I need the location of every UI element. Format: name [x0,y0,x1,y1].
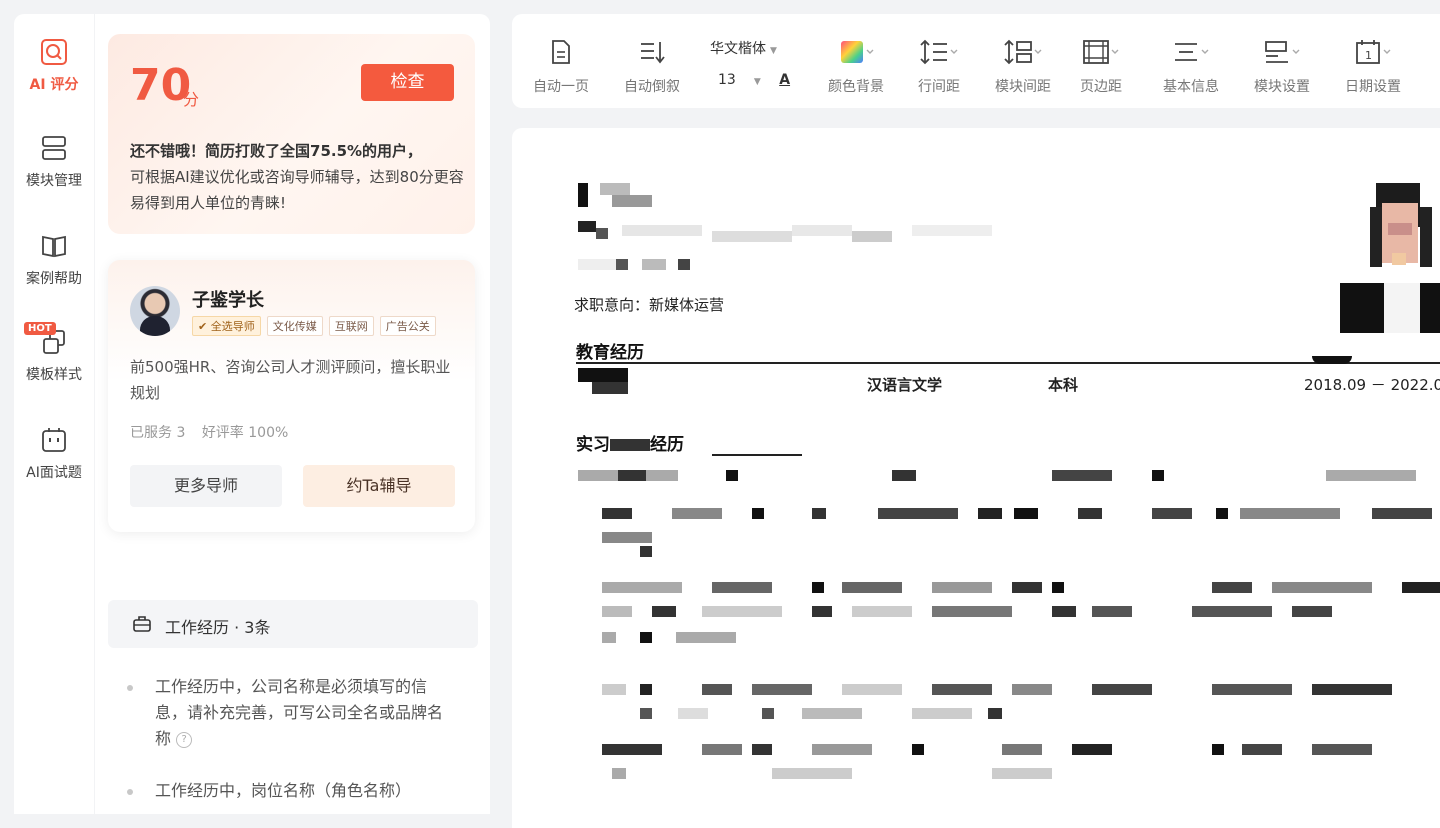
rail-item-ai-interview[interactable]: AI面试题 [14,426,94,482]
basic-info-icon [1175,43,1209,61]
tool-label: 颜色背景 [828,79,884,95]
side-panel: 70 分 检查 还不错哦！简历打败了全国75.5%的用户， 可根据AI建议优化或… [95,14,490,814]
tool-basic-info[interactable]: 基本信息 [1156,38,1226,96]
work-tip: 工作经历中，岗位名称（角色名称） [127,778,455,804]
rail-item-module-manage[interactable]: 模块管理 [14,134,94,190]
tool-color-background[interactable]: 颜色背景 [821,38,891,96]
section-divider [576,362,1440,364]
education-degree: 本科 [1048,376,1079,394]
check-button[interactable]: 检查 [361,64,454,101]
ai-score-icon [41,39,67,65]
rail-label-case-help: 案例帮助 [26,271,82,287]
font-family-select[interactable]: 华文楷体 ▼ [710,38,800,58]
mentor-rating: 好评率 100% [201,425,289,441]
mentor-avatar [130,286,180,336]
education-dates: 2018.09 － 2022.0 [1304,376,1440,394]
education-major: 汉语言文学 [867,376,943,394]
font-color-button[interactable]: A [779,72,790,88]
more-mentors-button[interactable]: 更多导师 [130,465,282,507]
add-icon [1420,38,1440,66]
svg-text:1: 1 [1365,49,1372,62]
rail-label-ai-score: AI 评分 [29,77,79,93]
education-title: 教育经历 [576,343,644,363]
score-summary-bold: 还不错哦！简历打败了全国75.5%的用户， [130,142,423,160]
score-summary: 还不错哦！简历打败了全国75.5%的用户， 可根据AI建议优化或咨询导师辅导，达… [130,138,465,216]
margin-icon [1083,40,1119,64]
module-manage-icon [42,136,66,160]
work-tip-text: 工作经历中，公司名称是必须填写的信息，请补充完善，可写公司全名或品牌名称 [155,677,444,748]
mentor-stats: 已服务 3 好评率 100% [130,422,300,442]
module-spacing-icon [1004,39,1042,65]
font-size-value: 13 [718,72,736,88]
sort-icon [641,42,665,64]
tool-label: 模块间距 [995,79,1051,95]
module-settings-icon [1265,41,1300,63]
tool-label: 页边距 [1080,79,1122,95]
help-icon[interactable]: ? [176,731,193,748]
mentor-name: 子鉴学长 [192,290,264,311]
section-divider [712,454,802,456]
internship-title: 实习 经历 [576,430,684,455]
internship-title-part: 经历 [650,435,684,455]
score-unit: 分 [183,90,200,109]
work-experience-title: 工作经历 · 3条 [165,618,271,637]
left-rail: AI 评分 模块管理 案例帮助 HOT 模板样式 AI面试题 [14,14,94,814]
mentor-description: 前500强HR、咨询公司人才测评顾问，擅长职业规划 [130,358,451,402]
rail-label-module-manage: 模块管理 [26,173,82,189]
font-size-select[interactable]: 13 ▼ A [718,72,790,88]
chevron-down-icon: ▼ [753,77,761,87]
tool-date-settings[interactable]: 1 日期设置 [1338,38,1408,96]
book-icon [42,235,66,258]
mentor-tags: ✔ 全选导师 文化传媒 互联网 广告公关 [192,316,436,336]
chevron-down-icon: ▼ [770,46,777,56]
rail-label-template: 模板样式 [26,367,82,383]
tool-auto-reverse[interactable]: 自动倒叙 [617,38,687,96]
tool-label: 自动倒叙 [624,79,680,95]
resume-preview[interactable]: 求职意向：新媒体运营 教育经历 汉语言文学 本科 2018.09 － 2022.… [512,128,1440,828]
rail-item-ai-score[interactable]: AI 评分 [14,38,94,94]
mentor-card: 子鉴学长 ✔ 全选导师 文化传媒 互联网 广告公关 前500强HR、咨询公司人才… [108,260,475,532]
tool-label: 基本信息 [1163,79,1219,95]
mentor-tag: ✔ 全选导师 [192,316,261,336]
font-controls: 华文楷体 ▼ 13 ▼ A [710,38,800,88]
profile-photo [1340,183,1440,333]
tool-label: 行间距 [918,79,960,95]
book-mentor-button[interactable]: 约Ta辅导 [303,465,455,507]
tool-add[interactable]: 添 [1420,38,1440,96]
briefcase-icon [133,616,151,632]
tool-line-spacing[interactable]: 行间距 [904,38,974,96]
mentor-tag: 文化传媒 [266,316,323,336]
tool-label: 日期设置 [1345,79,1401,95]
line-spacing-icon [920,39,958,65]
mentor-tag: 互联网 [328,316,374,336]
tool-module-settings[interactable]: 模块设置 [1247,38,1317,96]
rail-label-ai-interview: AI面试题 [26,465,82,481]
tool-page-margin[interactable]: 页边距 [1066,38,1136,96]
robot-icon [42,428,66,452]
tool-label: 自动一页 [533,79,589,95]
rail-item-template[interactable]: HOT 模板样式 [14,322,94,384]
rail-item-case-help[interactable]: 案例帮助 [14,232,94,288]
page-icon [552,40,570,64]
date-icon: 1 [1356,40,1391,64]
hot-badge: HOT [24,322,56,335]
tool-auto-one-page[interactable]: 自动一页 [526,38,596,96]
work-tip: 工作经历中，公司名称是必须填写的信息，请补充完善，可写公司全名或品牌名称 ? [127,674,455,752]
mentor-served: 已服务 3 [130,425,186,441]
internship-title-part: 实习 [576,435,610,455]
color-icon [841,41,874,63]
job-intention: 求职意向：新媒体运营 [574,296,725,314]
font-family-value: 华文楷体 [710,41,766,57]
tool-module-spacing[interactable]: 模块间距 [988,38,1058,96]
format-toolbar: 自动一页 自动倒叙 华文楷体 ▼ 13 ▼ A 颜色背景 行间距 模块间距 页边… [512,14,1440,108]
score-card: 70 分 检查 还不错哦！简历打败了全国75.5%的用户， 可根据AI建议优化或… [108,34,475,234]
tool-label: 添 [1420,76,1440,96]
mentor-tag: 广告公关 [379,316,436,336]
tool-label: 模块设置 [1254,79,1310,95]
work-tip-text: 工作经历中，岗位名称（角色名称） [155,781,412,800]
work-experience-header[interactable]: 工作经历 · 3条 [108,600,478,648]
score-summary-rest: 可根据AI建议优化或咨询导师辅导，达到80分更容易得到用人单位的青睐! [130,168,464,212]
